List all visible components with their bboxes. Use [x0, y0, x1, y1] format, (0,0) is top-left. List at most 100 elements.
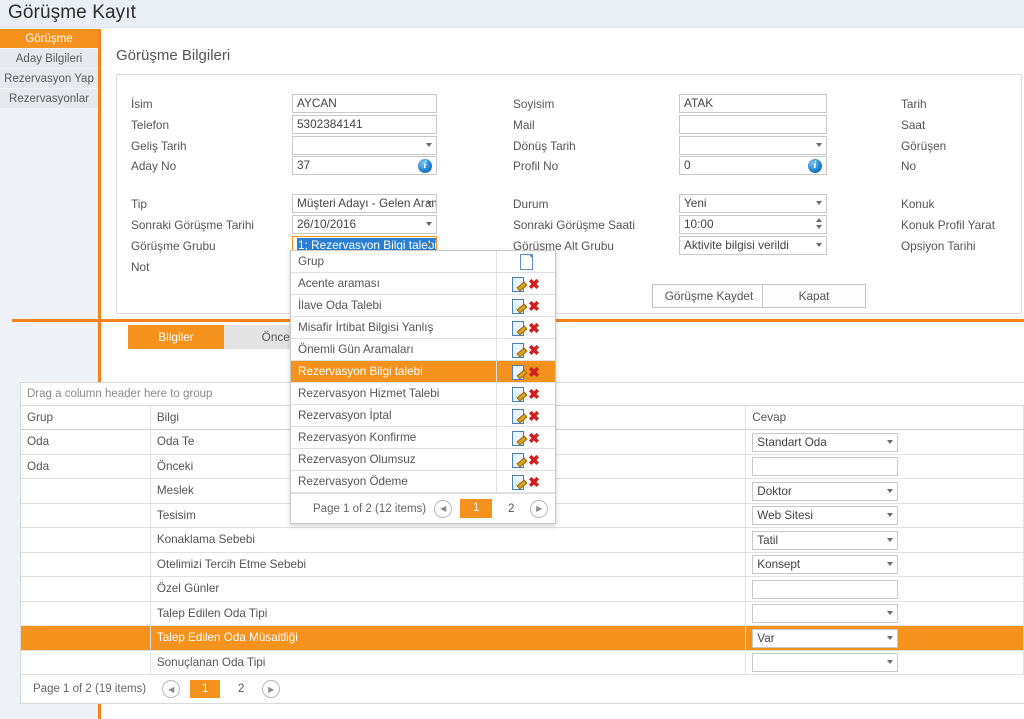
form-field-col2-3[interactable]: 0i	[679, 156, 827, 175]
delete-icon[interactable]: ✖	[528, 365, 540, 379]
grid-cell-bilgi: Talep Edilen Oda Müsaitliği	[151, 626, 747, 650]
dropdown-header-label: Grup	[291, 250, 497, 273]
selected-value: Müşteri Adayı - Gelen Aram	[297, 196, 437, 210]
pager-prev-icon[interactable]: ◀	[162, 680, 181, 698]
chevron-down-icon	[887, 537, 894, 542]
table-row[interactable]: Konaklama Sebebi Tatil	[21, 528, 1024, 553]
sidebar-item-2[interactable]: Rezervasyon Yap	[0, 69, 98, 89]
cevap-select[interactable]: Var	[752, 628, 899, 648]
dropdown-item[interactable]: Misafir İrtibat Bilgisi Yanlış ✖	[291, 316, 555, 339]
delete-icon[interactable]: ✖	[528, 321, 540, 335]
new-item-action[interactable]	[497, 251, 555, 273]
edit-icon[interactable]	[512, 364, 527, 380]
grid-column-header-2[interactable]: Cevap	[746, 406, 1024, 429]
form-label-col2-0: Soyisim	[513, 97, 555, 111]
sidebar-item-label: Aday Bilgileri	[15, 53, 83, 65]
info-icon[interactable]: i	[418, 159, 432, 173]
form-field-col1-4[interactable]: Müşteri Adayı - Gelen Aram	[292, 194, 437, 213]
dropdown-item[interactable]: İlave Oda Talebi ✖	[291, 294, 555, 317]
dropdown-item[interactable]: Acente araması ✖	[291, 272, 555, 295]
edit-icon[interactable]	[512, 452, 527, 468]
sidebar-item-0[interactable]: Görüşme	[0, 29, 98, 49]
table-row[interactable]: Talep Edilen Oda Müsaitliği Var	[21, 626, 1024, 651]
dropdown-item[interactable]: Rezervasyon Bilgi talebi ✖	[291, 360, 555, 383]
form-label-col2-4: Durum	[513, 197, 549, 211]
dropdown-item-label: Rezervasyon Konfirme	[291, 426, 497, 449]
delete-icon[interactable]: ✖	[528, 431, 540, 445]
pager-page-2[interactable]: 2	[230, 680, 252, 698]
form-field-col1-1[interactable]: 5302384141	[292, 115, 437, 134]
title-bar: Görüşme Kayıt	[0, 0, 1024, 28]
dropdown-item[interactable]: Rezervasyon Ödeme ✖	[291, 470, 555, 493]
dropdown-item[interactable]: Rezervasyon Olumsuz ✖	[291, 448, 555, 471]
dropdown-pager-prev-icon[interactable]: ◀	[434, 499, 453, 518]
grid-cell-grup	[21, 552, 151, 576]
dropdown-item[interactable]: Rezervasyon İptal ✖	[291, 404, 555, 427]
cevap-select[interactable]: Konsept	[752, 555, 899, 574]
save-button[interactable]: Görüşme Kaydet	[652, 284, 766, 308]
grid-cell-cevap: Tatil	[746, 528, 1024, 552]
close-button[interactable]: Kapat	[762, 284, 866, 308]
new-document-icon	[519, 254, 533, 270]
dropdown-item-actions: ✖	[497, 427, 555, 449]
table-row[interactable]: Otelimizi Tercih Etme Sebebi Konsept	[21, 552, 1024, 577]
dropdown-item-label: Rezervasyon Hizmet Talebi	[291, 382, 497, 405]
table-row[interactable]: Özel Günler	[21, 577, 1024, 602]
form-label-col2-2: Dönüş Tarih	[513, 139, 576, 153]
dropdown-item[interactable]: Önemli Gün Aramaları ✖	[291, 338, 555, 361]
cevap-select[interactable]: Tatil	[752, 530, 899, 550]
form-field-col1-3[interactable]: 37 i	[292, 156, 437, 175]
form-field-col2-5[interactable]: 10:00	[679, 215, 827, 234]
pager-page-1[interactable]: 1	[190, 680, 221, 698]
cevap-select[interactable]	[752, 604, 899, 623]
spinner-arrows[interactable]	[815, 218, 823, 233]
sidebar-item-3[interactable]: Rezervasyonlar	[0, 89, 98, 109]
form-field-col2-6[interactable]: Aktivite bilgisi verildi	[679, 236, 827, 255]
cevap-select[interactable]: Standart Oda	[752, 432, 899, 452]
edit-icon[interactable]	[512, 320, 527, 336]
form-field-col2-0[interactable]: ATAK	[679, 94, 827, 113]
cevap-select[interactable]: Doktor	[752, 481, 899, 501]
grid-column-header-0[interactable]: Grup	[21, 406, 151, 429]
table-row[interactable]: Sonuçlanan Oda Tipi	[21, 650, 1024, 675]
cevap-input[interactable]	[752, 579, 899, 599]
delete-icon[interactable]: ✖	[528, 453, 540, 467]
form-field-col1-5[interactable]: 26/10/2016	[292, 215, 437, 234]
edit-icon[interactable]	[512, 474, 527, 490]
cevap-select[interactable]	[752, 653, 899, 672]
edit-icon[interactable]	[512, 430, 527, 446]
delete-icon[interactable]: ✖	[528, 277, 540, 291]
form-field-col2-1[interactable]	[679, 115, 827, 134]
delete-icon[interactable]: ✖	[528, 299, 540, 313]
cevap-input[interactable]	[752, 457, 899, 476]
dropdown-item[interactable]: Rezervasyon Konfirme ✖	[291, 426, 555, 449]
delete-icon[interactable]: ✖	[528, 343, 540, 357]
edit-icon[interactable]	[512, 408, 527, 424]
sidebar-item-1[interactable]: Aday Bilgileri	[0, 49, 98, 69]
info-icon[interactable]: i	[808, 159, 822, 173]
form-label-col3-1: Saat	[901, 118, 926, 132]
grid-cell-cevap: Doktor	[746, 479, 1024, 503]
edit-icon[interactable]	[512, 386, 527, 402]
grid-cell-grup: Oda	[21, 430, 151, 454]
edit-icon[interactable]	[512, 298, 527, 314]
edit-icon[interactable]	[512, 276, 527, 292]
grid-cell-grup	[21, 577, 151, 601]
edit-icon[interactable]	[512, 342, 527, 358]
table-row[interactable]: Talep Edilen Oda Tipi	[21, 601, 1024, 626]
form-field-col1-2[interactable]	[292, 136, 437, 155]
form-label-col3-6: Opsiyon Tarihi	[901, 239, 976, 253]
form-field-col1-0[interactable]: AYCAN	[292, 94, 437, 113]
dropdown-pager-page-2[interactable]: 2	[500, 500, 522, 518]
dropdown-item[interactable]: Rezervasyon Hizmet Talebi ✖	[291, 382, 555, 405]
pager-next-icon[interactable]: ▶	[262, 680, 281, 698]
delete-icon[interactable]: ✖	[528, 387, 540, 401]
dropdown-pager-next-icon[interactable]: ▶	[530, 499, 549, 518]
delete-icon[interactable]: ✖	[528, 409, 540, 423]
delete-icon[interactable]: ✖	[528, 475, 540, 489]
dropdown-pager-page-1[interactable]: 1	[460, 499, 493, 518]
form-field-col2-2[interactable]	[679, 136, 827, 155]
cevap-select[interactable]: Web Sitesi	[752, 506, 899, 525]
form-field-col2-4[interactable]: Yeni	[679, 194, 827, 213]
tab-0[interactable]: Bilgiler	[128, 325, 224, 349]
